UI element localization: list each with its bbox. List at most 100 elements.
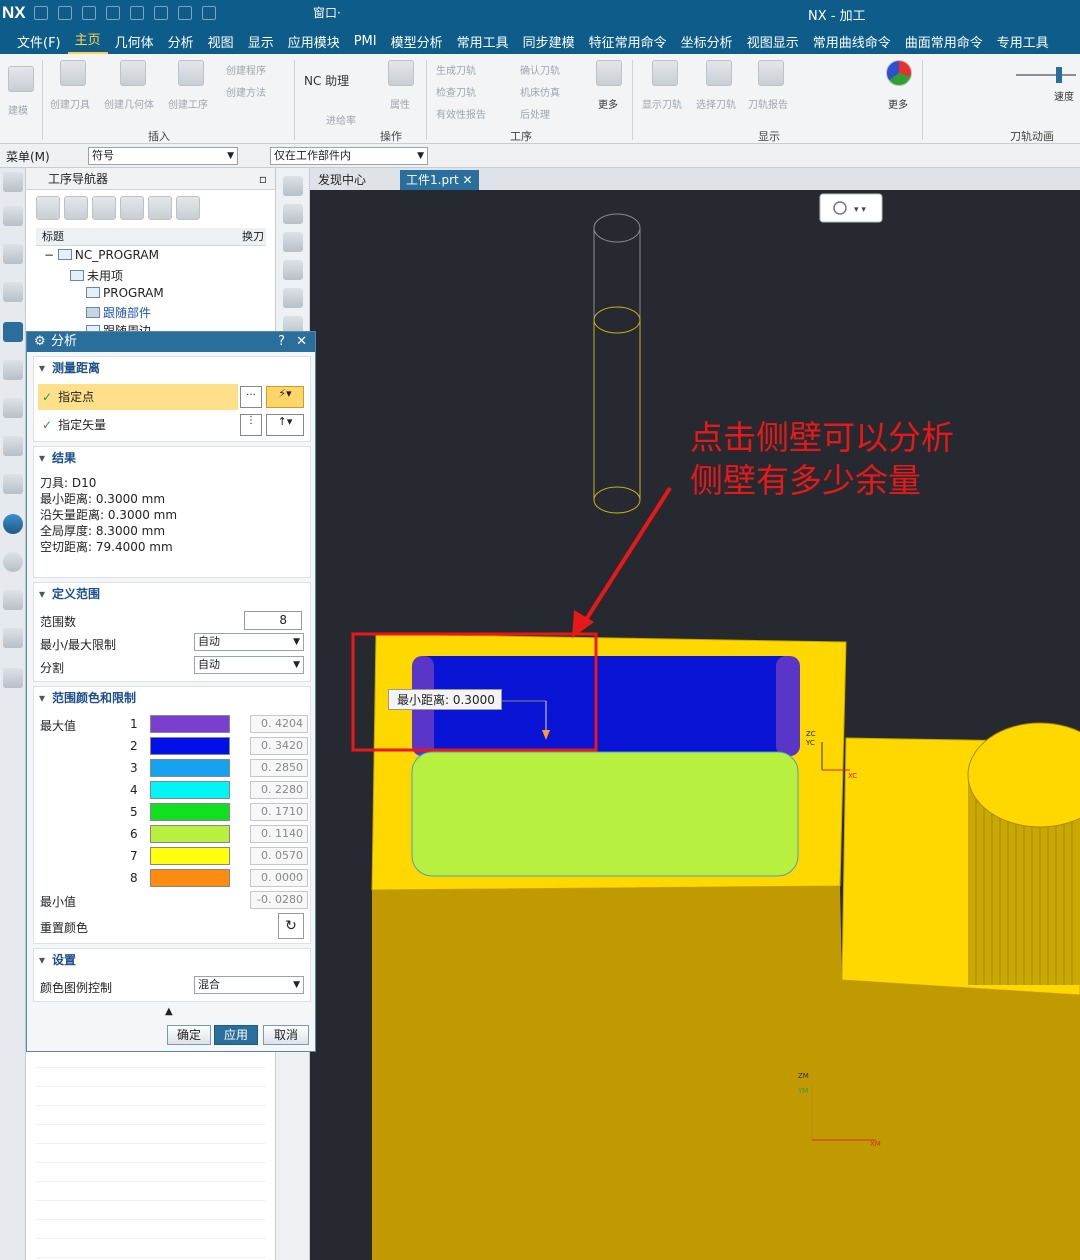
measure-icon[interactable] — [3, 668, 23, 688]
postprocess-button[interactable]: 后处理 — [520, 106, 550, 121]
modeling-icon[interactable] — [8, 66, 34, 92]
web-browser-icon[interactable] — [3, 514, 23, 534]
menu-item-9[interactable]: 常用工具 — [450, 32, 516, 51]
machine-tool-icon[interactable] — [3, 360, 23, 380]
help-icon[interactable]: ? — [278, 332, 285, 352]
graphics-window[interactable]: ▾ ▾ 最小距离: 0.3000 点击侧壁可以分析 侧壁有多少余量 ZC YC … — [310, 190, 1080, 1260]
close-icon[interactable]: ✕ — [296, 332, 307, 352]
apply-button[interactable]: 应用 — [214, 1025, 258, 1045]
microphone-icon[interactable] — [178, 6, 192, 20]
create-program-icon[interactable] — [148, 196, 172, 220]
menu-item-16[interactable]: 专用工具 — [990, 32, 1056, 51]
display-toolpath-button[interactable]: 显示刀轨 — [642, 96, 682, 111]
color-limit-value[interactable]: 0. 4204 — [250, 715, 308, 733]
color-swatch[interactable] — [150, 869, 230, 887]
color-limit-value[interactable]: 0. 3420 — [250, 737, 308, 755]
point-dialog-icon[interactable]: … — [240, 386, 262, 408]
menu-item-5[interactable]: 显示 — [241, 32, 281, 51]
specify-vector-label[interactable]: ✓ 指定矢量 — [42, 416, 106, 433]
check-toolpath-button[interactable]: 检查刀轨 — [436, 84, 476, 99]
speed-slider-thumb[interactable] — [1056, 67, 1062, 83]
touch-icon[interactable] — [202, 6, 216, 20]
help-icon[interactable] — [154, 6, 168, 20]
colors-section-header[interactable]: 范围颜色和限制 — [34, 687, 310, 709]
more-operations-button[interactable]: 更多 — [598, 96, 618, 111]
reset-colors-icon[interactable]: ↻ — [278, 913, 304, 939]
menu-item-6[interactable]: 应用模块 — [281, 32, 347, 51]
color-swatch[interactable] — [150, 825, 230, 843]
color-swatch[interactable] — [150, 781, 230, 799]
menu-item-3[interactable]: 分析 — [161, 32, 201, 51]
operation-navigator-icon[interactable] — [3, 322, 23, 342]
inferred-point-icon[interactable]: ⚡▾ — [266, 386, 304, 408]
column-tool-change[interactable]: 换刀 — [242, 228, 264, 246]
program-order-view-icon[interactable] — [36, 196, 60, 220]
menu-item-1[interactable]: 主页 — [67, 28, 108, 54]
color-swatch[interactable] — [150, 715, 230, 733]
verify-toolpath-button[interactable]: 确认刀轨 — [520, 62, 560, 77]
properties-icon[interactable] — [388, 60, 414, 86]
create-geometry-icon[interactable] — [120, 60, 146, 86]
color-limit-value[interactable]: 0. 0000 — [250, 869, 308, 887]
machine-tool-view-icon[interactable] — [64, 196, 88, 220]
window-menu[interactable]: 窗口· — [313, 4, 341, 21]
undo-icon[interactable] — [58, 6, 72, 20]
color-limit-value[interactable]: 0. 2280 — [250, 781, 308, 799]
scope-filter-combo[interactable]: 仅在工作部件内 ▼ — [270, 147, 428, 165]
display-toolpath-icon[interactable] — [652, 60, 678, 86]
menu-item-10[interactable]: 同步建模 — [516, 32, 582, 51]
tab-part-file[interactable]: 工件1.prt ✕ — [400, 170, 479, 190]
menu-item-8[interactable]: 模型分析 — [384, 32, 450, 51]
geometry-view-icon[interactable] — [92, 196, 116, 220]
more-display-button[interactable]: 更多 — [888, 96, 908, 111]
ribbon-modeling-button[interactable]: 建模 — [8, 102, 28, 117]
toolpath-report-button[interactable]: 刀轨报告 — [748, 96, 788, 111]
range-count-spinner[interactable]: 8 — [244, 611, 302, 630]
color-swatch[interactable] — [150, 759, 230, 777]
feed-rate-button[interactable]: 进给率 — [326, 112, 356, 127]
create-tool-button[interactable]: 创建刀具 — [50, 96, 90, 111]
tree-item-nc-program[interactable]: − NC_PROGRAM — [44, 248, 159, 262]
menu-item-12[interactable]: 坐标分析 — [674, 32, 740, 51]
create-method-button[interactable]: 创建方法 — [226, 84, 266, 99]
more-operations-icon[interactable] — [596, 60, 622, 86]
cancel-button[interactable]: 取消 — [263, 1025, 309, 1045]
close-icon[interactable]: ✕ — [463, 173, 473, 187]
menu-item-2[interactable]: 几何体 — [108, 32, 161, 51]
color-limit-value[interactable]: 0. 2850 — [250, 759, 308, 777]
save-icon[interactable] — [34, 6, 48, 20]
fit-icon[interactable] — [283, 176, 303, 196]
specify-point-label[interactable]: ✓ 指定点 — [42, 388, 94, 405]
history-icon[interactable] — [3, 552, 23, 572]
create-tool-icon[interactable] — [60, 60, 86, 86]
collapse-icon[interactable]: ▲ — [165, 1006, 173, 1017]
delete-icon[interactable] — [176, 196, 200, 220]
color-limit-value[interactable]: 0. 1140 — [250, 825, 308, 843]
tab-discover-center[interactable]: 发现中心 — [312, 170, 372, 190]
color-display-icon[interactable] — [886, 60, 912, 86]
rotate-icon[interactable] — [283, 204, 303, 224]
ruler-icon[interactable] — [283, 232, 303, 252]
menu-item-11[interactable]: 特征常用命令 — [582, 32, 674, 51]
tools-icon[interactable] — [3, 590, 23, 610]
speed-slider[interactable] — [1016, 74, 1076, 76]
part-model[interactable]: ▾ ▾ — [310, 190, 1080, 1260]
color-swatch[interactable] — [150, 737, 230, 755]
cut-icon[interactable] — [82, 6, 96, 20]
copy-icon[interactable] — [106, 6, 120, 20]
menu-item-0[interactable]: 文件(F) — [10, 32, 68, 51]
inferred-vector-icon[interactable]: ↑▾ — [266, 414, 304, 436]
color-swatch[interactable] — [150, 803, 230, 821]
create-operation-icon[interactable] — [178, 60, 204, 86]
machine-simulation-button[interactable]: 机床仿真 — [520, 84, 560, 99]
select-toolpath-button[interactable]: 选择刀轨 — [696, 96, 736, 111]
create-operation-button[interactable]: 创建工序 — [168, 96, 208, 111]
tree-item-program[interactable]: PROGRAM — [86, 286, 164, 300]
dialog-title-bar[interactable]: ⚙ 分析 ? ✕ — [27, 332, 315, 352]
color-limit-value[interactable]: 0. 0570 — [250, 847, 308, 865]
machining-method-view-icon[interactable] — [120, 196, 144, 220]
create-geometry-button[interactable]: 创建几何体 — [104, 96, 154, 111]
properties-button[interactable]: 属性 — [390, 96, 410, 111]
validity-report-button[interactable]: 有效性报告 — [436, 106, 486, 121]
shape-library-icon[interactable] — [3, 474, 23, 494]
